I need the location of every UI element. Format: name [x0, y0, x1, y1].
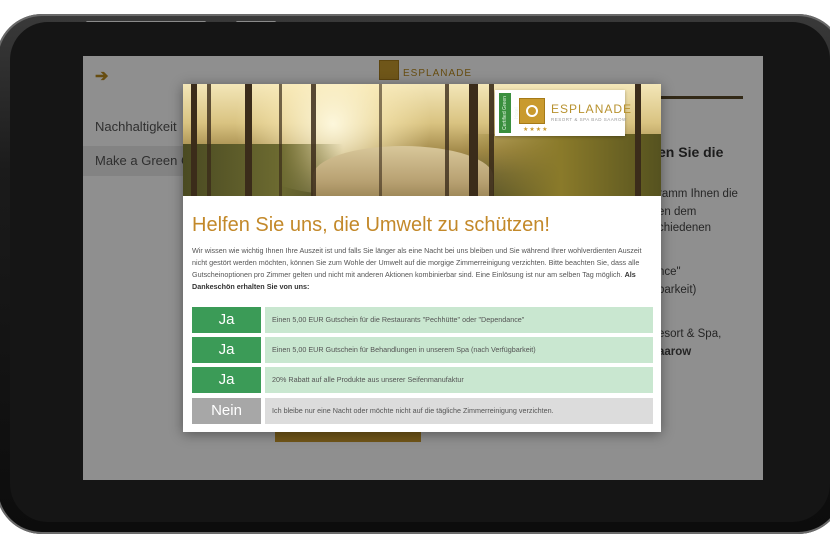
esplanade-tagline: RESORT & SPA BAD SAAROW — [551, 117, 627, 122]
ja-button-soap-discount[interactable]: Ja — [192, 367, 261, 393]
option-row-soap-discount: Ja 20% Rabatt auf alle Produkte aus unse… — [192, 367, 653, 393]
forest-path-image: Certified Green Hotel ★★★★ ESPLANADE RES… — [183, 84, 661, 196]
option-text: Ich bleibe nur eine Nacht oder möchte ni… — [265, 398, 653, 424]
modal-title: Helfen Sie uns, die Umwelt zu schützen! — [192, 214, 550, 236]
option-text: Einen 5,00 EUR Gutschein für die Restaur… — [265, 307, 653, 333]
option-text: Einen 5,00 EUR Gutschein für Behandlunge… — [265, 337, 653, 363]
green-choice-modal: Certified Green Hotel ★★★★ ESPLANADE RES… — [183, 84, 661, 432]
nein-button[interactable]: Nein — [192, 398, 261, 424]
green-hotel-badge-label: Certified Green Hotel — [502, 96, 520, 130]
tree-trunk — [245, 84, 252, 196]
tree-trunk — [279, 84, 282, 196]
modal-body-paragraph: Wir wissen wie wichtig Ihnen Ihre Auszei… — [192, 246, 642, 279]
tree-trunk — [489, 84, 494, 196]
hotel-stars: ★★★★ — [523, 127, 549, 133]
option-row-decline: Nein Ich bleibe nur eine Nacht oder möch… — [192, 398, 653, 424]
tree-trunk — [469, 84, 478, 196]
option-row-restaurant-voucher: Ja Einen 5,00 EUR Gutschein für die Rest… — [192, 307, 653, 333]
ja-button-spa-voucher[interactable]: Ja — [192, 337, 261, 363]
tree-trunk — [445, 84, 449, 196]
option-text: 20% Rabatt auf alle Produkte aus unserer… — [265, 367, 653, 393]
tree-trunk — [311, 84, 316, 196]
tree-trunk — [207, 84, 211, 196]
tree-trunk — [379, 84, 382, 196]
tablet-screen: ➔ ESPLANADE Nachhaltigkeit Make a Green … — [83, 56, 763, 480]
emblem-ring — [526, 105, 538, 117]
tree-trunk — [635, 84, 641, 196]
esplanade-emblem-icon — [519, 98, 545, 124]
ja-button-restaurant-voucher[interactable]: Ja — [192, 307, 261, 333]
tree-trunk — [191, 84, 197, 196]
esplanade-logo: Certified Green Hotel ★★★★ ESPLANADE RES… — [495, 90, 631, 136]
modal-body-text: Wir wissen wie wichtig Ihnen Ihre Auszei… — [192, 245, 654, 293]
option-row-spa-voucher: Ja Einen 5,00 EUR Gutschein für Behandlu… — [192, 337, 653, 363]
esplanade-wordmark: ESPLANADE — [551, 102, 633, 116]
